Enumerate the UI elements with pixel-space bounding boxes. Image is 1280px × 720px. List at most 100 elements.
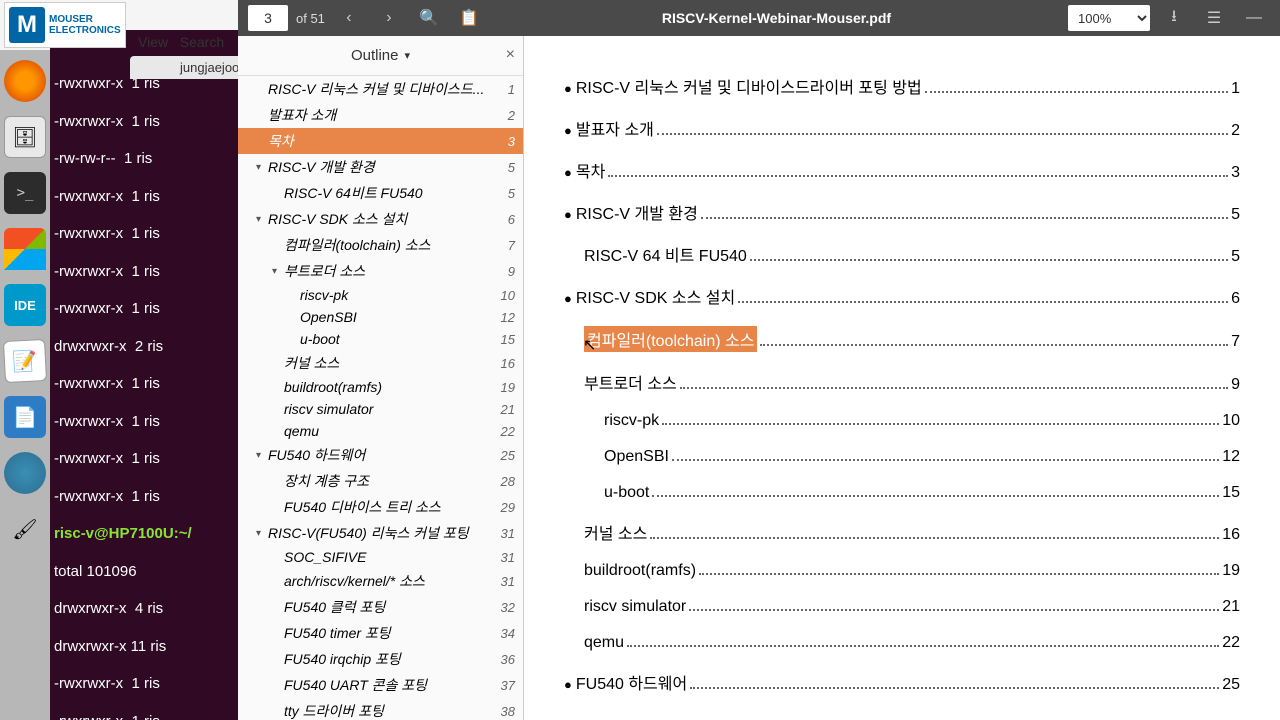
outline-item[interactable]: FU540 timer 포팅34 bbox=[238, 620, 523, 646]
outline-page: 2 bbox=[508, 108, 515, 123]
outline-label: FU540 클럭 포팅 bbox=[284, 597, 497, 617]
outline-item[interactable]: u-boot15 bbox=[238, 328, 523, 350]
outline-page: 1 bbox=[508, 82, 515, 97]
outline-item[interactable]: buildroot(ramfs)19 bbox=[238, 376, 523, 398]
outline-page: 32 bbox=[501, 600, 515, 615]
toc-entry[interactable]: ●RISC-V 리눅스 커널 및 디바이스드라이버 포팅 방법1 bbox=[564, 74, 1240, 98]
ide-icon[interactable]: IDE bbox=[4, 284, 46, 326]
outline-label: riscv-pk bbox=[300, 287, 497, 303]
toc-leader bbox=[652, 495, 1219, 497]
toc-entry[interactable]: riscv-pk10 bbox=[564, 412, 1240, 430]
toc-page-num: 25 bbox=[1222, 676, 1240, 694]
outline-item[interactable]: ▾FU540 하드웨어 25 bbox=[238, 442, 523, 468]
toc-entry[interactable]: riscv simulator21 bbox=[564, 598, 1240, 616]
outline-item[interactable]: SOC_SIFIVE31 bbox=[238, 546, 523, 568]
toc-entry[interactable]: OpenSBI12 bbox=[564, 448, 1240, 466]
expand-arrow-icon: ▾ bbox=[256, 528, 268, 539]
logo-mark: M bbox=[9, 7, 45, 43]
outline-item[interactable]: arch/riscv/kernel/* 소스 31 bbox=[238, 568, 523, 594]
outline-item[interactable]: ▾RISC-V(FU540) 리눅스 커널 포팅31 bbox=[238, 520, 523, 546]
next-page-button[interactable]: › bbox=[373, 4, 405, 32]
outline-item[interactable]: RISC-V 리눅스 커널 및 디바이스드...1 bbox=[238, 76, 523, 102]
outline-label: qemu bbox=[284, 423, 497, 439]
outline-item[interactable]: FU540 클럭 포팅 32 bbox=[238, 594, 523, 620]
outline-label: u-boot bbox=[300, 331, 497, 347]
search-icon[interactable]: 🔍 bbox=[413, 4, 445, 32]
outline-item[interactable]: 발표자 소개2 bbox=[238, 102, 523, 128]
outline-item[interactable]: 목차3 bbox=[238, 128, 523, 154]
prev-page-button[interactable]: ‹ bbox=[333, 4, 365, 32]
toc-entry[interactable]: ●발표자 소개2 bbox=[564, 116, 1240, 140]
toc-entry[interactable]: qemu22 bbox=[564, 634, 1240, 652]
outline-item[interactable]: riscv simulator21 bbox=[238, 398, 523, 420]
bullet-icon: ● bbox=[564, 207, 572, 222]
outline-page: 7 bbox=[508, 238, 515, 253]
toc-page-num: 5 bbox=[1231, 206, 1240, 224]
pdf-page-content[interactable]: ●RISC-V 리눅스 커널 및 디바이스드라이버 포팅 방법1●발표자 소개2… bbox=[524, 36, 1280, 720]
toc-text: u-boot bbox=[604, 484, 649, 502]
outline-item[interactable]: FU540 irqchip 포팅36 bbox=[238, 646, 523, 672]
outline-item[interactable]: tty 드라이버 포팅38 bbox=[238, 698, 523, 720]
terminal-icon[interactable]: >_ bbox=[4, 172, 46, 214]
toc-entry[interactable]: buildroot(ramfs)19 bbox=[564, 562, 1240, 580]
page-number-input[interactable] bbox=[248, 5, 288, 31]
minimize-icon[interactable]: — bbox=[1238, 4, 1270, 32]
outline-item[interactable]: 장치 계층 구조28 bbox=[238, 468, 523, 494]
toc-entry[interactable]: RISC-V 64 비트 FU5405 bbox=[564, 242, 1240, 266]
outline-list: RISC-V 리눅스 커널 및 디바이스드...1발표자 소개2목차3▾RISC… bbox=[238, 76, 523, 720]
bullet-icon: ● bbox=[564, 81, 572, 96]
outline-item[interactable]: ▾RISC-V 개발 환경5 bbox=[238, 154, 523, 180]
outline-item[interactable]: FU540 디바이스 트리 소스29 bbox=[238, 494, 523, 520]
settings-whirl-icon[interactable] bbox=[4, 452, 46, 494]
outline-header[interactable]: Outline▾ × bbox=[238, 36, 523, 76]
menu-icon[interactable]: ☰ bbox=[1198, 4, 1230, 32]
outline-label: FU540 하드웨어 bbox=[268, 445, 497, 465]
launcher-dock: 🗄 >_ IDE 📝 📄 🖌 bbox=[0, 50, 50, 720]
expand-arrow-icon: ▾ bbox=[256, 450, 268, 461]
download-icon[interactable]: ⭳ bbox=[1158, 4, 1190, 32]
app-grid-icon[interactable] bbox=[4, 564, 46, 606]
outline-label: RISC-V 64비트 FU540 bbox=[284, 183, 504, 203]
files-icon[interactable]: 🗄 bbox=[4, 116, 46, 158]
outline-item[interactable]: OpenSBI12 bbox=[238, 306, 523, 328]
outline-item[interactable]: FU540 UART 콘솔 포팅37 bbox=[238, 672, 523, 698]
windows-icon[interactable] bbox=[4, 228, 46, 270]
toc-entry[interactable]: ●RISC-V SDK 소스 설치6 bbox=[564, 284, 1240, 308]
firefox-icon[interactable] bbox=[4, 60, 46, 102]
menu-view[interactable]: View bbox=[138, 34, 168, 50]
clipboard-icon[interactable]: 📋 bbox=[453, 4, 485, 32]
outline-item[interactable]: ▾부트로더 소스9 bbox=[238, 258, 523, 284]
toc-text: RISC-V 64 비트 FU540 bbox=[584, 242, 747, 266]
outline-item[interactable]: ▾RISC-V SDK 소스 설치6 bbox=[238, 206, 523, 232]
outline-page: 25 bbox=[501, 448, 515, 463]
expand-arrow-icon: ▾ bbox=[272, 266, 284, 277]
menu-search[interactable]: Search bbox=[180, 34, 224, 50]
outline-page: 12 bbox=[501, 310, 515, 325]
bullet-icon: ● bbox=[564, 165, 572, 180]
toc-leader bbox=[672, 459, 1219, 461]
toc-entry[interactable]: ●목차3 bbox=[564, 158, 1240, 182]
outline-item[interactable]: qemu22 bbox=[238, 420, 523, 442]
text-editor-icon[interactable]: 📝 bbox=[3, 339, 47, 383]
toc-entry[interactable]: u-boot15 bbox=[564, 484, 1240, 502]
outline-label: arch/riscv/kernel/* 소스 bbox=[284, 571, 497, 591]
toc-entry[interactable]: 부트로더 소스9 bbox=[564, 370, 1240, 394]
outline-item[interactable]: 컴파일러(toolchain) 소스7 bbox=[238, 232, 523, 258]
toc-entry[interactable]: ●RISC-V 개발 환경5 bbox=[564, 200, 1240, 224]
outline-item[interactable]: riscv-pk10 bbox=[238, 284, 523, 306]
toc-leader bbox=[608, 175, 1228, 177]
document-icon[interactable]: 📄 bbox=[4, 396, 46, 438]
toc-entry[interactable]: 컴파일러(toolchain) 소스7 bbox=[564, 326, 1240, 352]
gimp-icon[interactable]: 🖌 bbox=[4, 508, 46, 550]
outline-page: 31 bbox=[501, 574, 515, 589]
toc-entry[interactable]: 커널 소스16 bbox=[564, 520, 1240, 544]
outline-item[interactable]: 커널 소스16 bbox=[238, 350, 523, 376]
toc-entry[interactable]: ●FU540 하드웨어25 bbox=[564, 670, 1240, 694]
close-icon[interactable]: × bbox=[506, 46, 515, 64]
toc-leader bbox=[680, 387, 1228, 389]
toc-text: 커널 소스 bbox=[584, 520, 647, 544]
zoom-select[interactable]: 100% bbox=[1068, 5, 1150, 31]
outline-page: 38 bbox=[501, 704, 515, 719]
outline-item[interactable]: RISC-V 64비트 FU5405 bbox=[238, 180, 523, 206]
toc-text: RISC-V 리눅스 커널 및 디바이스드라이버 포팅 방법 bbox=[576, 74, 922, 98]
